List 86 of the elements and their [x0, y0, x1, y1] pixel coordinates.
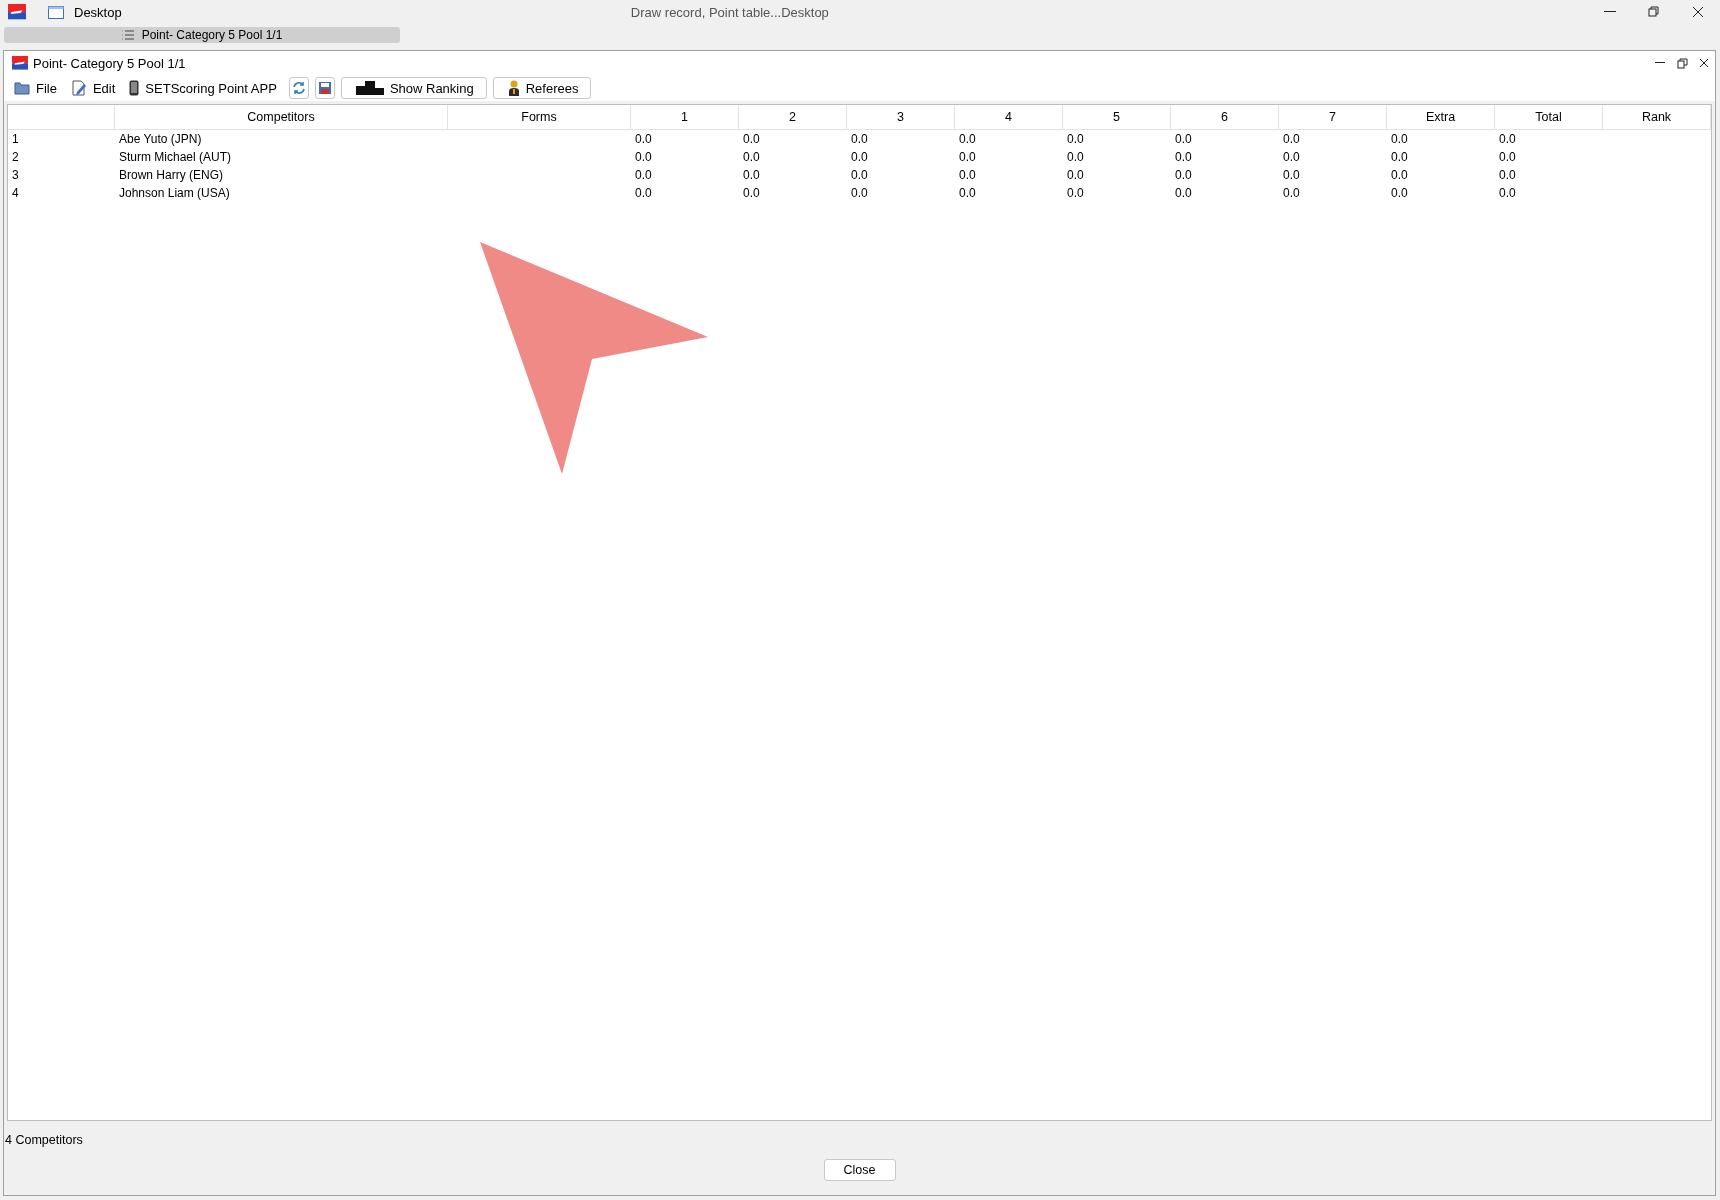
toolbar-button[interactable]: Show Ranking	[340, 77, 487, 99]
minimize-icon	[1604, 11, 1616, 13]
table-cell-text: Johnson Liam (USA)	[118, 185, 231, 202]
table-cell-text: Brown Harry (ENG)	[118, 167, 224, 184]
window-title: Point- Category 5 Pool 1/1	[33, 55, 186, 71]
table-cell-text: 0.0	[1390, 167, 1409, 184]
column-header[interactable]: 2	[739, 105, 847, 130]
phone-icon	[129, 80, 140, 96]
restore-icon	[1648, 6, 1660, 18]
table-cell-text: 0.0	[850, 149, 869, 166]
minimize-icon	[1655, 62, 1665, 64]
close-icon	[1692, 6, 1704, 18]
table-cell-text: 0.0	[1066, 149, 1085, 166]
table-cell-text: 0.0	[1282, 131, 1301, 148]
document-tab[interactable]: Point- Category 5 Pool 1/1	[4, 27, 400, 43]
desktop-label: Desktop	[74, 4, 122, 20]
column-header[interactable]: 4	[955, 105, 1063, 130]
podium-icon	[355, 81, 384, 95]
table-cell-text: 0.0	[742, 131, 761, 148]
table-cell-text: 0.0	[850, 131, 869, 148]
table-cell-text: 1	[11, 131, 20, 148]
person-icon	[507, 80, 520, 96]
table-cell-text: 0.0	[1390, 185, 1409, 202]
table-cell-text: 0.0	[1066, 185, 1085, 202]
column-header[interactable]: Competitors	[115, 105, 448, 130]
list-icon	[121, 30, 134, 40]
column-header[interactable]: 1	[631, 105, 739, 130]
table-cell-text: 0.0	[958, 149, 977, 166]
table-cell-text: 0.0	[634, 185, 653, 202]
table-cell-text: 0.0	[1174, 149, 1193, 166]
table-cell-text: 0.0	[1390, 149, 1409, 166]
table-cell-text: 0.0	[958, 167, 977, 184]
column-header[interactable]: 6	[1171, 105, 1279, 130]
table-cell-text: Abe Yuto (JPN)	[118, 131, 203, 148]
table-cell-text: 0.0	[1174, 167, 1193, 184]
close-dialog-button[interactable]: Close	[823, 1159, 896, 1181]
toolbar-button[interactable]: Referees	[492, 77, 592, 99]
table-cell-text: Sturm Michael (AUT)	[118, 149, 232, 166]
table-cell-text: 0.0	[634, 131, 653, 148]
table-cell-text: 0.0	[1498, 149, 1517, 166]
column-header[interactable]: 3	[847, 105, 955, 130]
table-cell-text: 0.0	[850, 185, 869, 202]
app-logo-icon	[12, 56, 28, 70]
save-icon	[317, 81, 332, 95]
column-header[interactable]: 5	[1063, 105, 1171, 130]
status-text: 4 Competitors	[5, 1133, 83, 1147]
table-cell-text: 0.0	[742, 167, 761, 184]
table-cell-text: 0.0	[1498, 185, 1517, 202]
column-header[interactable]: Extra	[1387, 105, 1495, 130]
restore-icon	[1676, 57, 1688, 69]
table-cell-text: 0.0	[958, 131, 977, 148]
column-header[interactable]: 7	[1279, 105, 1387, 130]
menu-item[interactable]: Edit	[68, 77, 122, 99]
table-cell-text: 0.0	[634, 167, 653, 184]
table-cell-text: 0.0	[742, 149, 761, 166]
table-cell-text: 0.0	[1282, 149, 1301, 166]
table-cell-text: 0.0	[850, 167, 869, 184]
edit-icon	[70, 80, 87, 96]
save-button[interactable]	[314, 77, 335, 99]
window-title: Draw record, Point table...Desktop	[630, 4, 829, 20]
table-cell-text: 0.0	[1066, 131, 1085, 148]
table-cell-text: 0.0	[1174, 185, 1193, 202]
folder-icon	[14, 81, 30, 95]
table-cell-text: 0.0	[1282, 167, 1301, 184]
table-cell-text: 0.0	[958, 185, 977, 202]
table-cell-text: 0.0	[634, 149, 653, 166]
window-icon	[48, 5, 64, 19]
table-cell-text: 3	[11, 167, 20, 184]
column-header[interactable]: Total	[1495, 105, 1603, 130]
table-cell-text: 0.0	[1282, 185, 1301, 202]
column-header[interactable]: Forms	[448, 105, 631, 130]
table-cell-text: 0.0	[1390, 131, 1409, 148]
table-cell-text: 0.0	[1066, 167, 1085, 184]
sync-button[interactable]	[288, 77, 309, 99]
column-header[interactable]: Rank	[1603, 105, 1711, 130]
sync-icon	[291, 81, 306, 95]
menu-item[interactable]: File	[12, 77, 63, 99]
table-cell-text: 0.0	[1498, 131, 1517, 148]
table-cell-text: 0.0	[742, 185, 761, 202]
table-cell-text: 4	[11, 185, 20, 202]
app-logo-icon	[8, 4, 26, 20]
table-cell-text: 0.0	[1174, 131, 1193, 148]
menu-item[interactable]: SETScoring Point APP	[127, 77, 283, 99]
close-icon	[1699, 58, 1709, 68]
table-cell-text: 0.0	[1498, 167, 1517, 184]
table-cell-text: 2	[11, 149, 20, 166]
